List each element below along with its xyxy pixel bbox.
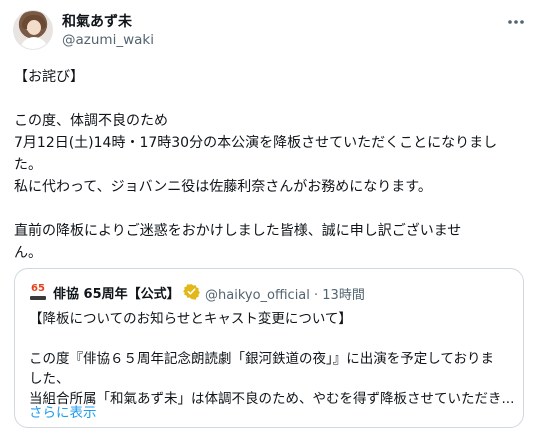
quoted-line: 【降板についてのお知らせとキャスト変更について】	[29, 311, 352, 327]
quoted-line: この度『俳協６５周年記念朗読劇「銀河鉄道の夜」』に出演を予定しておりま	[29, 351, 494, 367]
tweet-card: 和氣あず未 @azumi_waki 【お詫び】 この度、体調不良のため 7月12…	[0, 0, 542, 436]
tweet-line: この度、体調不良のため	[14, 113, 168, 129]
tweet-line: た。	[14, 157, 42, 173]
tweet-line: 【お詫び】	[14, 69, 84, 85]
tweet-line	[14, 88, 534, 110]
quoted-handle-time[interactable]: @haikyo_official · 13時間	[205, 284, 365, 303]
author-display-name[interactable]: 和氣あず未	[62, 11, 132, 31]
quoted-line	[29, 329, 515, 349]
avatar-face	[27, 20, 41, 35]
tweet-line: 私に代わって、ジョバンニ役は佐藤利奈さんがお務めになります。	[14, 179, 432, 195]
tweet-line	[14, 198, 534, 220]
author-handle[interactable]: @azumi_waki	[62, 32, 154, 48]
more-horizontal-icon[interactable]	[506, 12, 526, 32]
tweet-line: 7月12日(土)14時・17時30分の本公演を降板させていただくことになりまし	[14, 135, 498, 151]
tweet-line: 直前の降板によりご迷惑をおかけしました皆様、誠に申し訳ございませ	[14, 223, 462, 239]
quoted-body: 【降板についてのお知らせとキャスト変更について】 この度『俳協６５周年記念朗読劇…	[29, 309, 515, 409]
logo-bar	[30, 296, 46, 300]
haikyo-65th-logo-icon: 65	[29, 283, 47, 301]
avatar[interactable]	[13, 10, 53, 50]
quoted-tweet[interactable]: 65 俳協 65周年【公式】 @haikyo_official · 13時間 【…	[14, 268, 524, 428]
avatar-body	[20, 37, 48, 49]
tweet-body: 【お詫び】 この度、体調不良のため 7月12日(土)14時・17時30分の本公演…	[14, 66, 534, 264]
quoted-display-name[interactable]: 俳協 65周年【公式】	[53, 283, 180, 302]
quoted-line: 当組合所属「和氣あず未」は体調不良のため、やむを得ず降板させていただき...	[29, 391, 515, 407]
show-more-link[interactable]: さらに表示	[29, 401, 97, 421]
tweet-line: ん。	[14, 245, 42, 261]
quoted-line: した、	[29, 371, 70, 387]
logo-number: 65	[31, 283, 45, 294]
verified-badge-icon	[183, 283, 200, 300]
